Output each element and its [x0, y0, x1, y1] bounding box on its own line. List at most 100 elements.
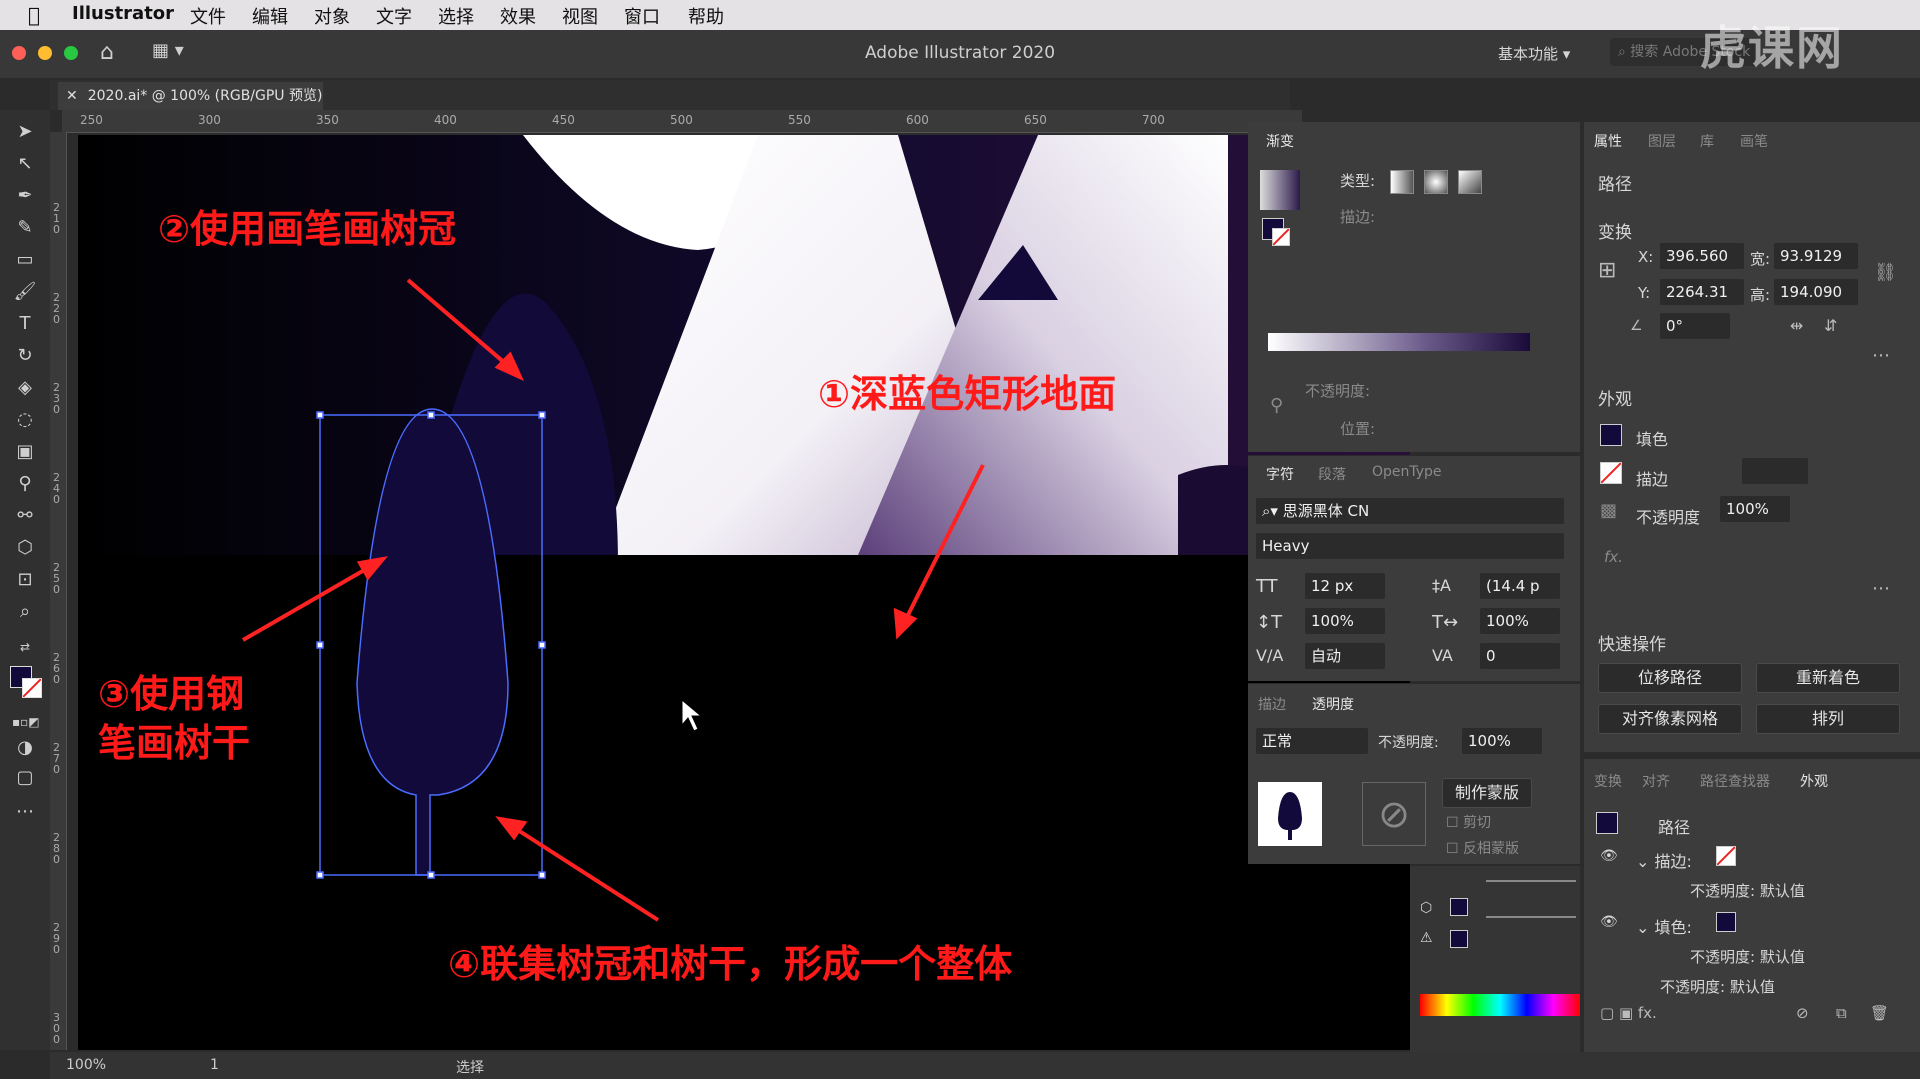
make-mask-button[interactable]: 制作蒙版 — [1442, 778, 1532, 808]
eyedropper-tool-icon[interactable]: ⚲ — [12, 472, 38, 496]
direct-selection-tool-icon[interactable]: ↖ — [12, 152, 38, 176]
artboard-tool-icon[interactable]: ⊡ — [12, 568, 38, 592]
tracking-input[interactable]: 0 — [1480, 643, 1560, 669]
menu-help[interactable]: 帮助 — [688, 3, 724, 29]
offset-path-button[interactable]: 位移路径 — [1598, 663, 1742, 693]
paintbrush-tool-icon[interactable]: 🖌 — [12, 280, 38, 304]
appearance-stroke-row[interactable]: ⌄ 描边: — [1636, 848, 1692, 872]
stroke-color-swatch[interactable] — [1600, 462, 1622, 484]
stroke-opacity-default[interactable]: 不透明度: 默认值 — [1690, 880, 1805, 901]
transparency-opacity-input[interactable]: 100% — [1462, 728, 1542, 754]
appearance-stroke-swatch[interactable] — [1716, 846, 1736, 866]
appearance-more-icon[interactable]: ⋯ — [1872, 578, 1890, 599]
selection-tool-icon[interactable]: ➤ — [12, 120, 38, 144]
constrain-proportions-icon[interactable]: ⛓ — [1874, 262, 1897, 283]
menu-file[interactable]: 文件 — [190, 3, 226, 29]
3d-icon[interactable]: ⬡ — [1420, 900, 1432, 916]
gradient-tool-icon[interactable]: ▣ — [12, 440, 38, 464]
gradient-preview-swatch[interactable] — [1260, 170, 1300, 210]
g-slider[interactable] — [1486, 880, 1576, 882]
tab-character[interactable]: 字符 — [1266, 464, 1294, 484]
y-input[interactable]: 2264.31 — [1660, 279, 1744, 305]
stroke-visibility-eye-icon[interactable]: 👁 — [1600, 848, 1618, 864]
canvas-artboard[interactable]: ②使用画笔画树冠 ①深蓝色矩形地面 ③使用钢 笔画树干 ④联集树冠和树干，形成一… — [78, 135, 1410, 1050]
tab-layers[interactable]: 图层 — [1648, 131, 1676, 151]
rotate-tool-icon[interactable]: ↻ — [12, 344, 38, 368]
close-tab-icon[interactable]: ✕ — [66, 88, 78, 104]
gradient-panel-title[interactable]: 渐变 — [1266, 131, 1294, 151]
rectangle-tool-icon[interactable]: ▭ — [12, 248, 38, 272]
w-input[interactable]: 93.9129 — [1774, 243, 1858, 269]
close-window-button[interactable] — [12, 46, 26, 60]
lasso-tool-icon[interactable]: ◌ — [12, 408, 38, 432]
menu-edit[interactable]: 编辑 — [252, 3, 288, 29]
font-size-input[interactable]: 12 px — [1305, 573, 1385, 599]
clip-checkbox[interactable]: ☐ 剪切 — [1446, 812, 1491, 832]
app-menu[interactable]: Illustrator — [72, 3, 174, 24]
menu-effect[interactable]: 效果 — [500, 3, 536, 29]
recolor-button[interactable]: 重新着色 — [1756, 663, 1900, 693]
stroke-swatch[interactable] — [22, 678, 42, 698]
b-slider[interactable] — [1486, 916, 1576, 918]
flip-horizontal-icon[interactable]: ⇹ — [1790, 316, 1803, 335]
font-family-select[interactable]: ⌕▾ 思源黑体 CN — [1256, 498, 1564, 524]
arrange-button[interactable]: 排列 — [1756, 704, 1900, 734]
arrange-documents-icon[interactable]: ▦ ▾ — [152, 40, 184, 61]
duplicate-item-icon[interactable]: ⧉ — [1836, 1004, 1847, 1022]
opacity-input[interactable]: 100% — [1720, 496, 1790, 522]
angle-input[interactable]: 0° — [1660, 313, 1730, 339]
vertical-scale-input[interactable]: 100% — [1305, 608, 1385, 634]
blend-tool-icon[interactable]: ⚯ — [12, 504, 38, 528]
zoom-tool-icon[interactable]: ⌕ — [12, 600, 38, 624]
workspace-switcher[interactable]: 基本功能 ▾ — [1498, 43, 1570, 64]
web-color-swatch[interactable] — [1450, 930, 1468, 948]
tab-opentype[interactable]: OpenType — [1372, 464, 1442, 480]
blend-mode-select[interactable]: 正常 — [1256, 728, 1368, 754]
tab-stroke[interactable]: 描边 — [1258, 694, 1286, 714]
menu-object[interactable]: 对象 — [314, 3, 350, 29]
apple-icon[interactable]:  — [28, 3, 40, 27]
h-input[interactable]: 194.090 — [1774, 279, 1858, 305]
x-input[interactable]: 396.560 — [1660, 243, 1744, 269]
fill-color-swatch[interactable] — [1600, 424, 1622, 446]
menu-view[interactable]: 视图 — [562, 3, 598, 29]
radial-gradient-icon[interactable] — [1424, 170, 1448, 194]
tab-transform[interactable]: 变换 — [1594, 771, 1622, 791]
tab-paragraph[interactable]: 段落 — [1318, 464, 1346, 484]
tab-properties[interactable]: 属性 — [1594, 131, 1622, 151]
font-style-select[interactable]: Heavy — [1256, 533, 1564, 559]
tab-brushes[interactable]: 画笔 — [1740, 131, 1768, 151]
screen-mode-icon[interactable]: ▢ — [12, 766, 38, 790]
draw-mode-icon[interactable]: ◑ — [12, 736, 38, 760]
minimize-window-button[interactable] — [38, 46, 52, 60]
appearance-fill-swatch[interactable] — [1716, 912, 1736, 932]
mask-placeholder-icon[interactable]: ⊘ — [1362, 782, 1426, 846]
clear-appearance-icon[interactable]: ⊘ — [1796, 1004, 1809, 1022]
menu-type[interactable]: 文字 — [376, 3, 412, 29]
tab-appearance[interactable]: 外观 — [1800, 771, 1828, 791]
stroke-weight-input[interactable] — [1742, 458, 1808, 484]
gradient-stroke-swatch[interactable] — [1272, 228, 1290, 246]
menu-select[interactable]: 选择 — [438, 3, 474, 29]
appearance-fill-row[interactable]: ⌄ 填色: — [1636, 914, 1692, 938]
kerning-input[interactable]: 自动 — [1305, 643, 1385, 669]
swap-colors-icon[interactable]: ⇄ — [12, 635, 38, 659]
curvature-tool-icon[interactable]: ✎ — [12, 216, 38, 240]
document-tab[interactable]: ✕ 2020.ai* @ 100% (RGB/GPU 预览) — [58, 82, 323, 110]
reference-point-icon[interactable]: ⊞ — [1598, 258, 1616, 283]
freeform-gradient-icon[interactable] — [1458, 170, 1482, 194]
color-mode-icons[interactable]: ▪▫◩ — [12, 710, 40, 734]
horizontal-scale-input[interactable]: 100% — [1480, 608, 1560, 634]
fill-visibility-eye-icon[interactable]: 👁 — [1600, 914, 1618, 930]
object-thumbnail[interactable] — [1258, 782, 1322, 846]
invert-mask-checkbox[interactable]: ☐ 反相蒙版 — [1446, 838, 1519, 858]
delete-item-icon[interactable]: 🗑 — [1870, 1004, 1889, 1022]
object-opacity-default[interactable]: 不透明度: 默认值 — [1660, 976, 1775, 997]
leading-input[interactable]: (14.4 p — [1480, 573, 1560, 599]
more-options-icon[interactable]: ⋯ — [1872, 345, 1890, 366]
menu-window[interactable]: 窗口 — [624, 3, 660, 29]
zoom-level[interactable]: 100% — [66, 1057, 106, 1073]
fx-icon[interactable]: fx. — [1604, 548, 1623, 566]
eyedropper-icon[interactable]: ⚲ — [1270, 395, 1283, 416]
shape-builder-tool-icon[interactable]: ⬡ — [12, 536, 38, 560]
